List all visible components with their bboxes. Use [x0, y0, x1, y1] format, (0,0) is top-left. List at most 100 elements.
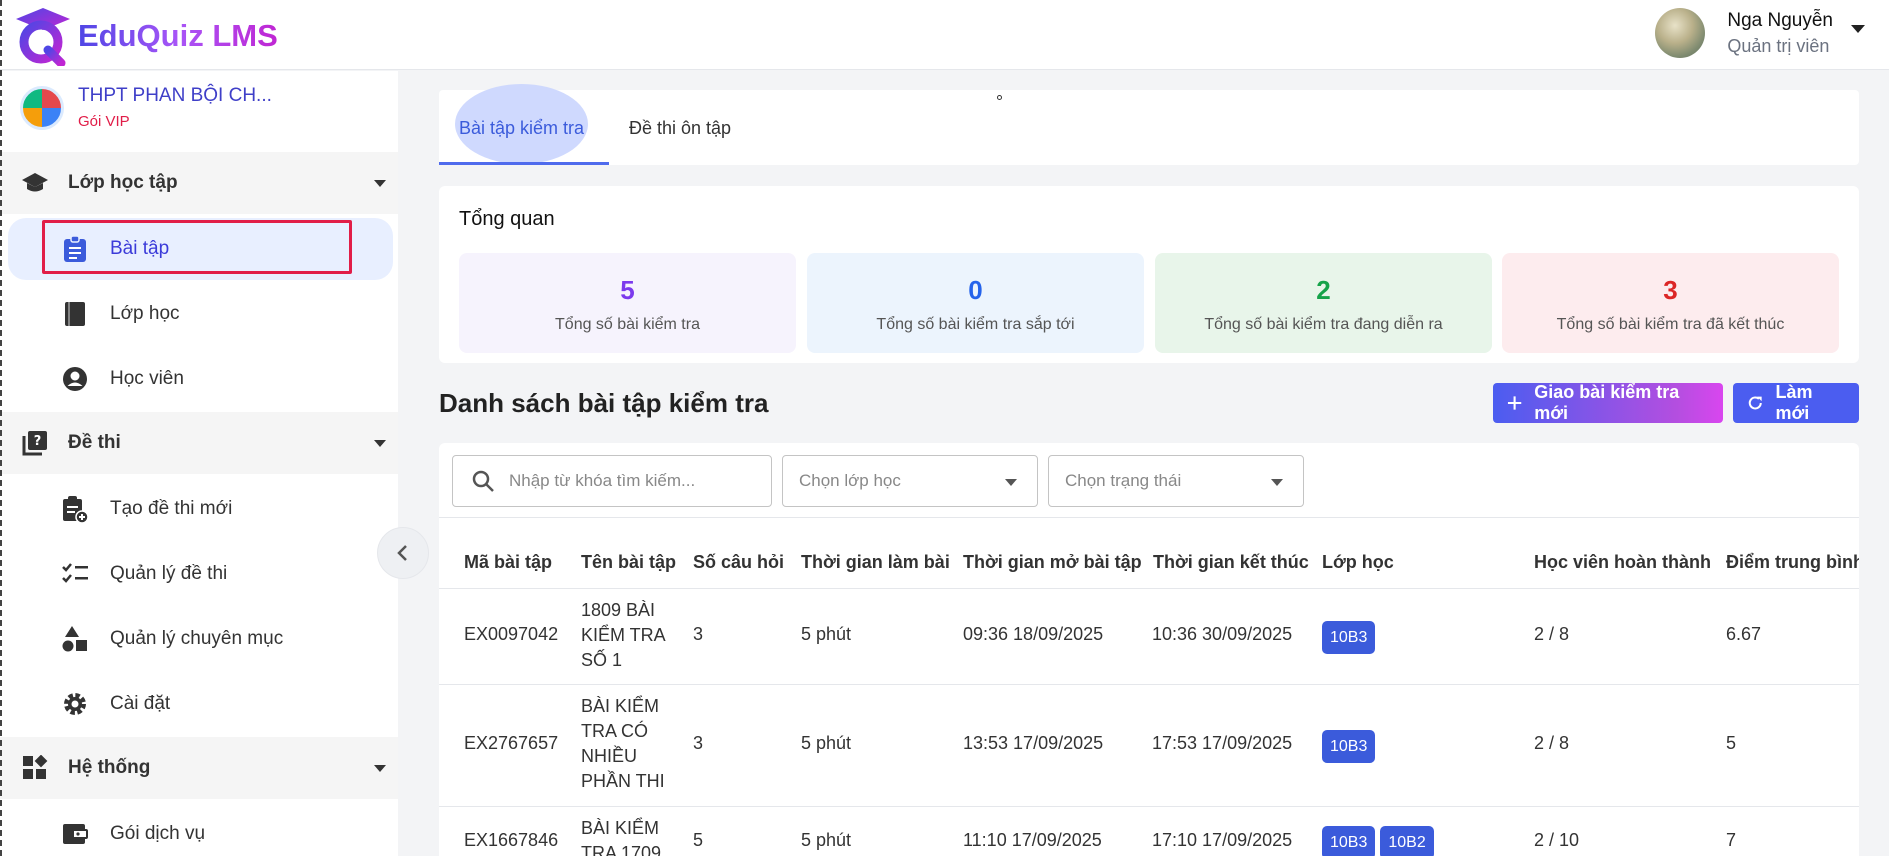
cell-average: 7: [1726, 830, 1737, 850]
chevron-down-icon: [374, 440, 386, 447]
status-select-placeholder: Chọn trạng thái: [1065, 471, 1182, 490]
selection-highlight: [42, 220, 352, 274]
search-input[interactable]: Nhập từ khóa tìm kiếm...: [452, 455, 772, 507]
widgets-icon: [20, 753, 50, 783]
sidebar-item-manage-exams[interactable]: Quản lý đề thi: [0, 543, 398, 605]
refresh-icon: [1748, 396, 1762, 410]
sidebar-group-exams[interactable]: ? Đề thi: [0, 412, 398, 474]
sidebar-item-label: Tạo đề thi mới: [110, 498, 233, 519]
stat-value: 5: [620, 275, 635, 305]
stat-total: 5 Tổng số bài kiểm tra: [459, 253, 796, 353]
stat-value: 2: [1316, 275, 1331, 305]
stat-label: Tổng số bài kiểm tra đã kết thúc: [1556, 316, 1785, 333]
plan-badge: Gói VIP: [78, 113, 130, 130]
cell-open-time: 13:53 17/09/2025: [963, 733, 1104, 753]
tab-practice-exams[interactable]: Đề thi ôn tập: [629, 118, 731, 139]
search-placeholder: Nhập từ khóa tìm kiếm...: [509, 471, 696, 490]
column-header[interactable]: Thời gian mở bài tập: [963, 552, 1142, 573]
divider: [439, 588, 1859, 589]
logo-icon: [16, 8, 70, 66]
class-tag: 10B3: [1322, 621, 1376, 654]
assign-new-test-button[interactable]: Giao bài kiểm tra mới: [1493, 382, 1723, 423]
app-logo[interactable]: EduQuiz LMS: [14, 6, 278, 66]
column-header[interactable]: Thời gian làm bài: [801, 552, 950, 573]
column-header[interactable]: Thời gian kết thúc: [1153, 552, 1309, 573]
cell-code[interactable]: EX2767657: [464, 731, 558, 756]
cell-name[interactable]: BÀI KIỂM TRA 1709: [581, 816, 671, 856]
chevron-down-icon: [1271, 479, 1283, 486]
chevron-down-icon: [374, 180, 386, 187]
category-icon: [60, 624, 90, 654]
search-icon: [472, 470, 494, 492]
column-header[interactable]: Số câu hỏi: [693, 552, 784, 573]
class-select-placeholder: Chọn lớp học: [799, 471, 901, 490]
school-avatar: [20, 85, 64, 130]
stat-value: 3: [1663, 275, 1678, 305]
sidebar-group-system[interactable]: Hệ thống: [0, 737, 398, 799]
cell-open-time: 09:36 18/09/2025: [963, 624, 1104, 644]
avatar[interactable]: [1655, 8, 1706, 58]
gear-icon: [60, 689, 90, 719]
user-circle-icon: [60, 364, 90, 394]
sidebar-item-label: Gói dịch vụ: [110, 823, 206, 844]
cell-classes: 10B3 10B2: [1322, 826, 1439, 856]
school-info[interactable]: THPT PHAN BỘI CH... Gói VIP: [20, 85, 272, 130]
sidebar-item-service-plans[interactable]: Gói dịch vụ: [0, 803, 398, 856]
sidebar-item-classes[interactable]: Lớp học: [0, 283, 398, 345]
sidebar-item-label: Quản lý chuyên mục: [110, 628, 284, 649]
plus-icon: [1507, 396, 1522, 410]
refresh-label: Làm mới: [1775, 382, 1813, 423]
cell-completed: 2 / 8: [1534, 624, 1570, 644]
chevron-down-icon: [374, 765, 386, 772]
sidebar-group-classes[interactable]: Lớp học tập: [0, 152, 398, 214]
user-role: Quản trị viên: [1727, 35, 1830, 56]
cell-end-time: 17:53 17/09/2025: [1152, 733, 1293, 753]
class-select[interactable]: Chọn lớp học: [782, 455, 1038, 507]
cell-duration: 5 phút: [801, 830, 852, 850]
sidebar-item-label: Lớp học: [110, 303, 180, 324]
class-tag: 10B3: [1322, 826, 1376, 856]
tab-assignments[interactable]: Bài tập kiểm tra: [459, 118, 584, 139]
stat-label: Tổng số bài kiểm tra sắp tới: [876, 316, 1075, 333]
sidebar-item-settings[interactable]: Cài đặt: [0, 673, 398, 735]
cell-completed: 2 / 10: [1534, 830, 1580, 850]
book-icon: [60, 299, 90, 329]
cell-questions: 5: [693, 830, 704, 850]
sidebar: THPT PHAN BỘI CH... Gói VIP Lớp học tập …: [0, 71, 398, 856]
add-clipboard-icon: [60, 494, 90, 524]
column-header[interactable]: Lớp học: [1322, 552, 1394, 573]
chevron-down-icon[interactable]: [1851, 25, 1865, 33]
divider: [439, 684, 1859, 685]
chevron-down-icon: [1005, 479, 1017, 486]
cell-completed: 2 / 8: [1534, 733, 1570, 753]
column-header[interactable]: Tên bài tập: [581, 552, 676, 573]
sidebar-item-create-exam[interactable]: Tạo đề thi mới: [0, 478, 398, 540]
column-header[interactable]: Điểm trung bình: [1726, 552, 1859, 573]
cell-questions: 3: [693, 733, 704, 753]
refresh-button[interactable]: Làm mới: [1733, 382, 1859, 423]
sidebar-item-categories[interactable]: Quản lý chuyên mục: [0, 608, 398, 670]
divider: [439, 806, 1859, 807]
cursor-dot: [997, 95, 1002, 100]
tab-indicator: [439, 162, 609, 165]
cell-code[interactable]: EX0097042: [464, 622, 558, 647]
status-select[interactable]: Chọn trạng thái: [1048, 455, 1304, 507]
cell-duration: 5 phút: [801, 733, 852, 753]
column-header[interactable]: Học viên hoàn thành: [1534, 552, 1711, 573]
top-bar: EduQuiz LMS Nga Nguyễn Quản trị viên: [0, 0, 1889, 70]
user-menu[interactable]: Nga Nguyễn Quản trị viên: [1655, 8, 1865, 58]
stat-finished: 3 Tổng số bài kiểm tra đã kết thúc: [1502, 253, 1839, 353]
chevron-left-icon: [397, 545, 407, 561]
divider: [439, 517, 1859, 518]
cell-name[interactable]: 1809 BÀI KIỂM TRA SỐ 1: [581, 598, 681, 673]
cell-name[interactable]: BÀI KIỂM TRA CÓ NHIỀU PHẦN THI: [581, 694, 671, 794]
cell-average: 5: [1726, 733, 1737, 753]
school-name: THPT PHAN BỘI CH...: [78, 85, 272, 106]
sidebar-group-label: Lớp học tập: [68, 172, 178, 193]
cell-average: 6.67: [1726, 624, 1762, 644]
column-header[interactable]: Mã bài tập: [464, 552, 552, 573]
cell-code[interactable]: EX1667846: [464, 828, 558, 853]
sidebar-item-label: Học viên: [110, 368, 184, 389]
sidebar-item-students[interactable]: Học viên: [0, 348, 398, 410]
collapse-sidebar-button[interactable]: [377, 527, 429, 579]
